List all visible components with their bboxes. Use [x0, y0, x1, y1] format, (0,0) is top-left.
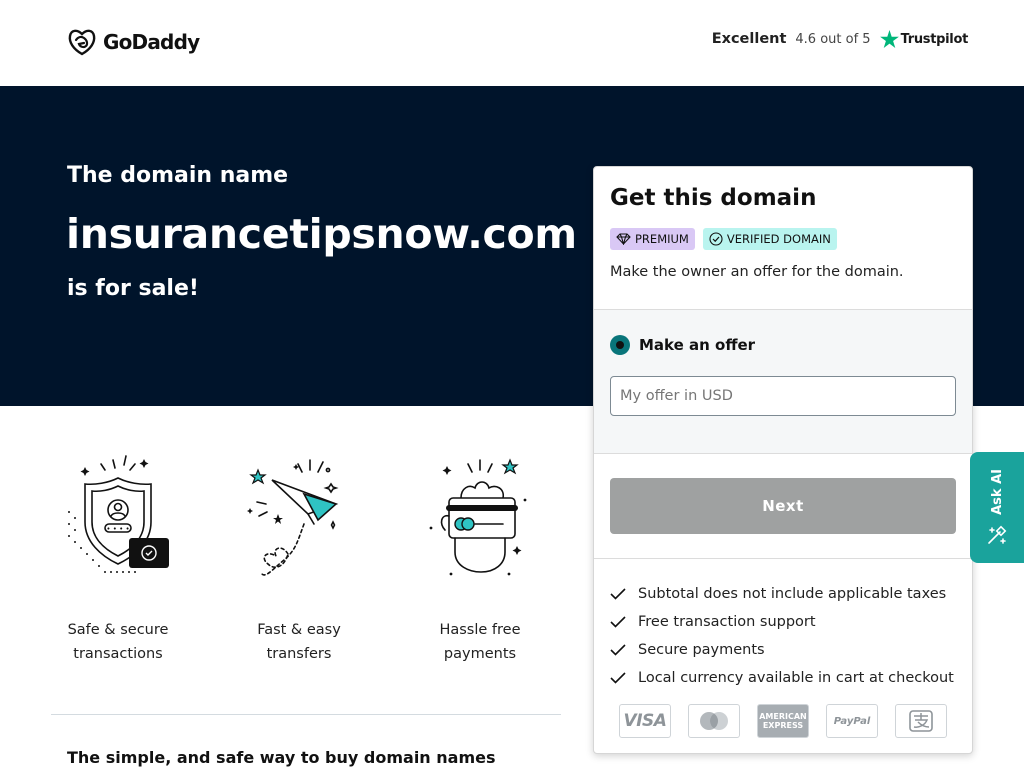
offer-section: Make an offer: [594, 309, 972, 454]
card-divider: [594, 558, 972, 559]
verified-badge: VERIFIED DOMAIN: [702, 228, 837, 250]
godaddy-logo[interactable]: GoDaddy: [67, 28, 200, 56]
feature-fast-easy: Fast & easy transfers: [229, 450, 369, 666]
trustpilot-rating[interactable]: Excellent 4.6 out of 5 Trustpilot: [712, 30, 968, 48]
visa-logo: VISA: [619, 704, 671, 738]
hand-card-icon: [429, 458, 527, 576]
offer-card: Get this domain PREMIUM VERIFIED DOMAIN …: [593, 166, 973, 754]
trustpilot-word: Trustpilot: [900, 31, 969, 47]
paper-plane-icon: [247, 459, 339, 576]
offer-card-header: Get this domain PREMIUM VERIFIED DOMAIN …: [594, 167, 972, 309]
section-heading: The simple, and safe way to buy domain n…: [67, 748, 496, 767]
verified-badge-label: VERIFIED DOMAIN: [726, 232, 831, 246]
payment-methods: VISA AMERICAN EXPRESS PayPal: [619, 704, 947, 738]
feature-safe-secure: • • • • Safe & secure transactions: [48, 450, 188, 666]
mastercard-logo: [688, 704, 740, 738]
ask-ai-label: Ask AI: [989, 468, 1005, 515]
godaddy-logo-icon: [68, 29, 96, 56]
checkmark-icon: [610, 616, 626, 628]
amex-logo: AMERICAN EXPRESS: [757, 704, 809, 738]
make-offer-radio[interactable]: [610, 335, 630, 355]
feature-label-line1: Safe & secure: [67, 622, 169, 638]
premium-badge: PREMIUM: [610, 228, 695, 250]
next-button[interactable]: Next: [610, 478, 956, 534]
trustpilot-brand: Trustpilot: [879, 30, 969, 48]
rating-word: Excellent: [711, 31, 787, 47]
benefit-text: Subtotal does not include applicable tax…: [638, 586, 947, 602]
make-offer-option[interactable]: Make an offer: [610, 335, 755, 355]
mastercard-icon: [700, 712, 728, 730]
magic-wand-icon: [988, 526, 1007, 545]
offer-amount-input[interactable]: [610, 376, 956, 416]
site-header: GoDaddy Excellent 4.6 out of 5 Trustpilo…: [0, 0, 1024, 86]
svg-text:• • • •: • • • •: [106, 525, 129, 533]
make-offer-label: Make an offer: [639, 336, 756, 354]
hero-domain-name: insurancetipsnow.com: [66, 210, 577, 258]
checkmark-icon: [610, 672, 626, 684]
hero-post-text: is for sale!: [67, 276, 199, 301]
diamond-icon: [616, 233, 631, 245]
amex-logo-text: AMERICAN EXPRESS: [759, 712, 807, 730]
list-item: Local currency available in cart at chec…: [610, 664, 954, 692]
feature-label-line2: transfers: [266, 646, 332, 662]
rating-score: 4.6 out of 5: [795, 31, 871, 47]
list-item: Secure payments: [610, 636, 954, 664]
list-item: Free transaction support: [610, 608, 954, 636]
feature-label-line2: transactions: [73, 646, 163, 662]
feature-label-line1: Fast & easy: [257, 622, 341, 638]
feature-label: Safe & secure transactions: [48, 618, 188, 666]
paypal-logo: PayPal: [826, 704, 878, 738]
feature-hassle-free: Hassle free payments: [410, 450, 550, 666]
logo-text: GoDaddy: [103, 30, 200, 54]
visa-logo-text: VISA: [623, 711, 667, 731]
alipay-logo: [895, 704, 947, 738]
benefit-text: Secure payments: [638, 642, 765, 658]
hero-pre-text: The domain name: [67, 163, 289, 188]
checkmark-icon: [610, 588, 626, 600]
trustpilot-star-icon: [879, 30, 899, 48]
feature-label-line2: payments: [443, 646, 517, 662]
feature-label-line1: Hassle free: [439, 622, 521, 638]
benefit-text: Free transaction support: [638, 614, 816, 630]
card-description: Make the owner an offer for the domain.: [610, 264, 904, 280]
paypal-logo-text: PayPal: [833, 715, 871, 727]
verified-check-icon: [709, 232, 723, 246]
checkmark-icon: [610, 644, 626, 656]
benefits-list: Subtotal does not include applicable tax…: [610, 580, 954, 692]
ask-ai-button[interactable]: Ask AI: [970, 452, 1024, 563]
list-item: Subtotal does not include applicable tax…: [610, 580, 954, 608]
feature-label: Hassle free payments: [410, 618, 550, 666]
card-title: Get this domain: [610, 185, 817, 211]
premium-badge-label: PREMIUM: [635, 232, 689, 246]
feature-label: Fast & easy transfers: [229, 618, 369, 666]
shield-user-icon: • • • •: [68, 455, 169, 573]
alipay-icon: [909, 710, 933, 732]
section-divider: [51, 714, 561, 715]
benefit-text: Local currency available in cart at chec…: [638, 670, 954, 686]
badge-row: PREMIUM VERIFIED DOMAIN: [610, 228, 837, 250]
